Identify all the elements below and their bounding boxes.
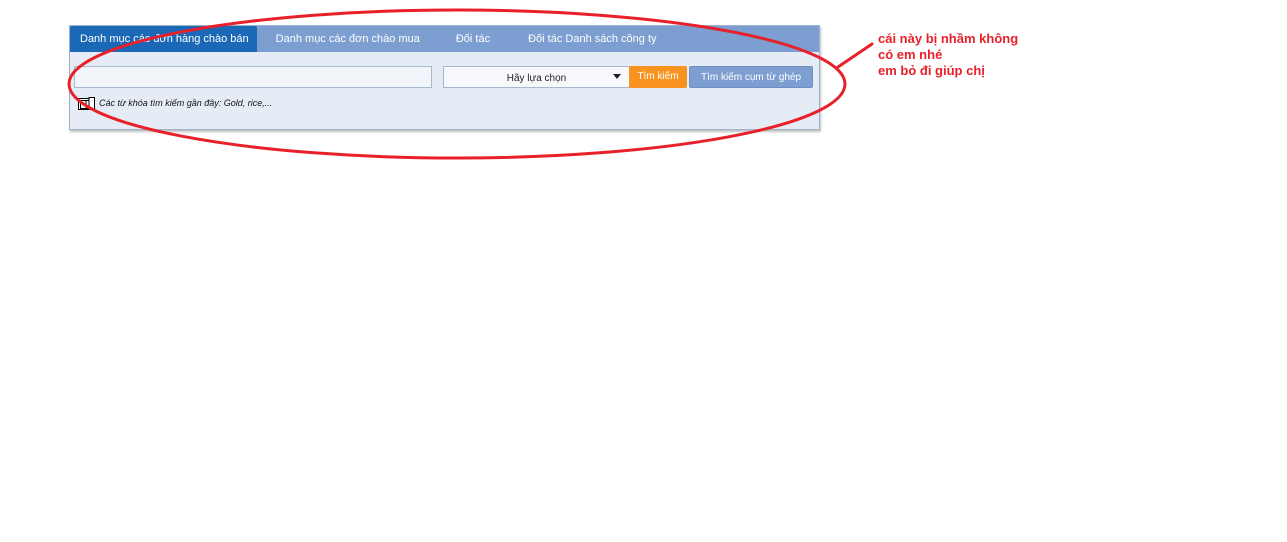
annotation-note: cái này bị nhầm không có em nhé em bỏ đi… (878, 31, 1018, 79)
annotation-pointer-line (836, 42, 874, 69)
annotation-line-2: có em nhé (878, 47, 943, 62)
annotation-line-1: cái này bị nhầm không (878, 31, 1019, 46)
annotation-ellipse (67, 8, 847, 160)
annotation-line-3: em bỏ đi giúp chị (878, 63, 985, 78)
annotation-overlay (67, 8, 874, 160)
